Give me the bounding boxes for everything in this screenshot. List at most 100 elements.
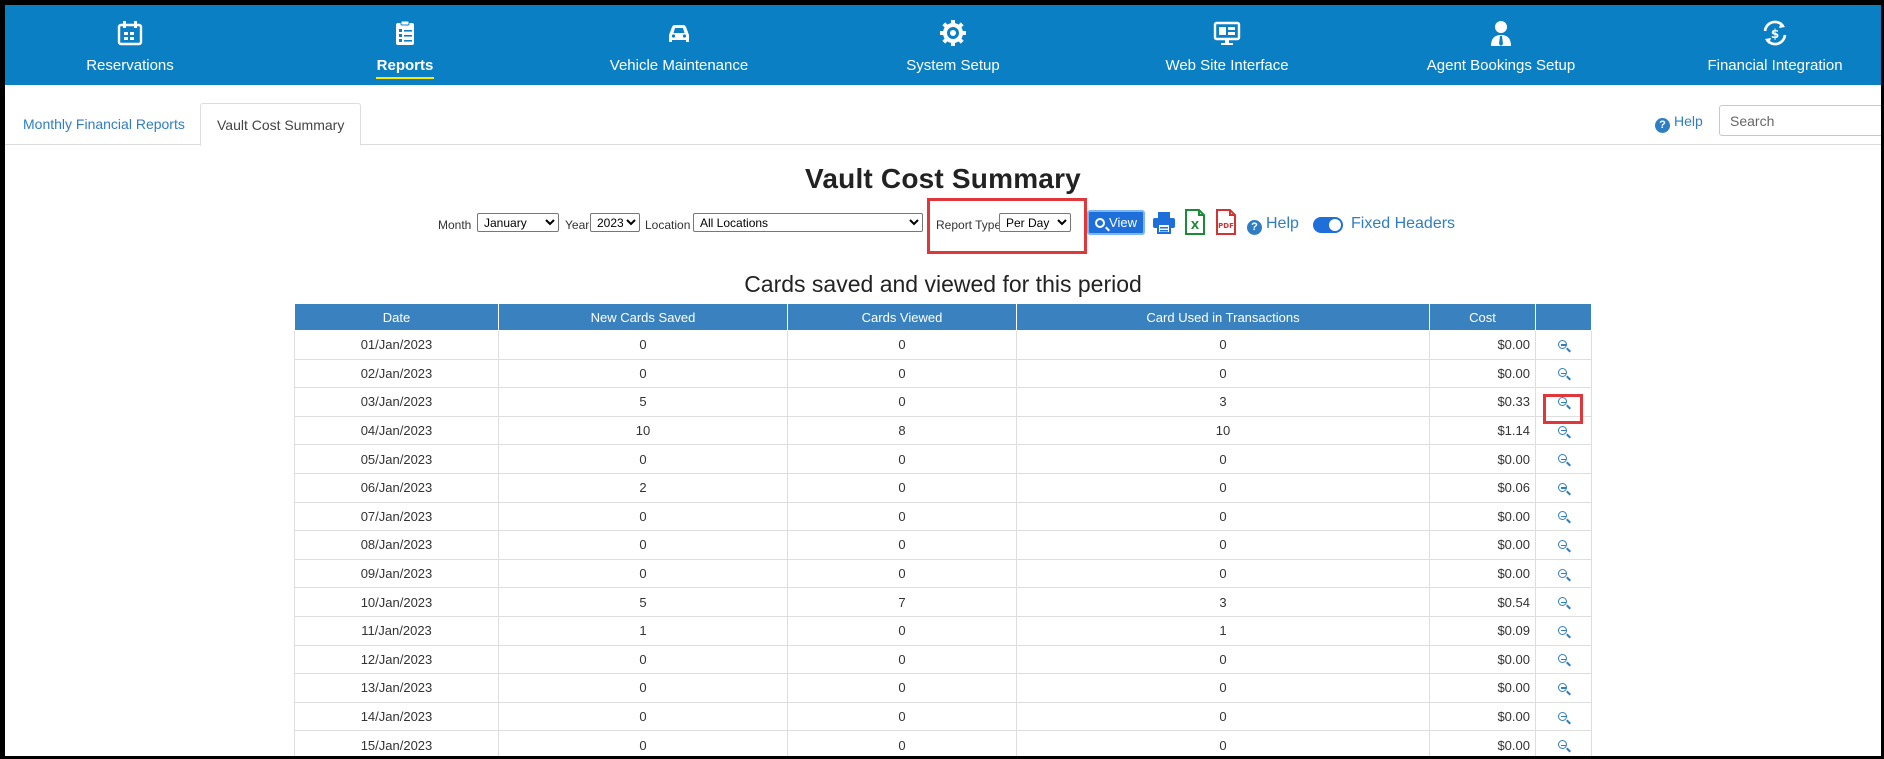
cell-actions — [1535, 330, 1592, 360]
clipboard-list-icon — [396, 20, 414, 45]
zoom-in-bar — [1560, 458, 1566, 460]
cell-date: 06/Jan/2023 — [294, 472, 499, 503]
cell-cards-viewed: 0 — [787, 673, 1017, 703]
help-link[interactable]: ? Help — [1247, 215, 1299, 235]
cell-date: 14/Jan/2023 — [294, 701, 499, 732]
nav-web-site-interface[interactable]: Web Site Interface — [1127, 5, 1327, 85]
svg-text:$: $ — [1771, 27, 1779, 41]
cell-actions — [1535, 673, 1592, 703]
cell-cost: $0.54 — [1429, 587, 1536, 617]
cell-actions — [1535, 644, 1592, 675]
cell-actions — [1535, 701, 1592, 732]
column-header-date[interactable]: Date — [294, 303, 499, 331]
zoom-in-icon[interactable] — [1557, 540, 1570, 552]
cell-cost: $0.09 — [1429, 615, 1536, 646]
cell-actions — [1535, 530, 1592, 560]
zoom-in-icon[interactable] — [1557, 368, 1570, 380]
cell-cards-viewed: 0 — [787, 558, 1017, 589]
tab-monthly-financial-reports[interactable]: Monthly Financial Reports — [7, 103, 201, 145]
table-row: 15/Jan/2023 0 0 0 $0.00 — [294, 730, 1592, 756]
cell-actions — [1535, 558, 1592, 589]
nav-vehicle-maintenance[interactable]: Vehicle Maintenance — [579, 5, 779, 85]
cell-card-used: 0 — [1016, 730, 1430, 756]
zoom-in-bar — [1560, 573, 1566, 575]
column-header-cost[interactable]: Cost — [1429, 303, 1536, 331]
nav-label: Agent Bookings Setup — [1426, 57, 1576, 74]
year-label: Year — [565, 218, 590, 232]
cell-date: 01/Jan/2023 — [294, 330, 499, 360]
location-select[interactable]: All Locations — [693, 213, 923, 232]
nav-agent-bookings-setup[interactable]: Agent Bookings Setup — [1401, 5, 1601, 85]
zoom-in-icon[interactable] — [1557, 511, 1570, 523]
zoom-in-icon[interactable] — [1557, 568, 1570, 581]
cell-date: 09/Jan/2023 — [294, 558, 499, 589]
cell-cards-viewed: 0 — [787, 472, 1017, 503]
table-row: 13/Jan/2023 0 0 0 $0.00 — [294, 673, 1592, 703]
cell-card-used: 0 — [1016, 673, 1430, 703]
table-row: 11/Jan/2023 1 0 1 $0.09 — [294, 615, 1592, 646]
zoom-in-icon[interactable] — [1557, 740, 1570, 752]
zoom-in-icon[interactable] — [1557, 682, 1570, 695]
zoom-in-bar — [1560, 744, 1566, 746]
cell-date: 13/Jan/2023 — [294, 673, 499, 703]
cell-cost: $0.00 — [1429, 330, 1536, 360]
cell-card-used: 3 — [1016, 587, 1430, 617]
cell-new-cards-saved: 0 — [498, 501, 788, 532]
nav-reports[interactable]: Reports — [305, 5, 505, 85]
cell-cards-viewed: 0 — [787, 444, 1017, 474]
zoom-in-icon[interactable] — [1557, 711, 1570, 724]
column-header-cards-viewed[interactable]: Cards Viewed — [787, 303, 1017, 331]
zoom-in-icon[interactable] — [1557, 625, 1570, 638]
nav-label: Reports — [376, 57, 434, 74]
view-button[interactable]: View — [1087, 210, 1145, 235]
table-row: 02/Jan/2023 0 0 0 $0.00 — [294, 358, 1592, 389]
nav-reservations[interactable]: Reservations — [30, 5, 230, 85]
nav-system-setup[interactable]: System Setup — [853, 5, 1053, 85]
cell-actions — [1535, 501, 1592, 532]
search-input[interactable] — [1719, 105, 1881, 136]
cell-new-cards-saved: 0 — [498, 673, 788, 703]
excel-export-icon[interactable]: X — [1182, 208, 1208, 236]
zoom-in-bar — [1560, 372, 1566, 375]
nav-label: Web Site Interface — [1165, 57, 1289, 74]
cell-date: 10/Jan/2023 — [294, 587, 499, 617]
print-icon[interactable] — [1151, 208, 1177, 236]
cell-cost: $1.14 — [1429, 415, 1536, 446]
zoom-in-icon[interactable] — [1557, 454, 1570, 466]
cell-new-cards-saved: 0 — [498, 330, 788, 360]
cell-cards-viewed: 0 — [787, 330, 1017, 360]
year-select[interactable]: 2023 — [590, 213, 640, 232]
table-row: 04/Jan/2023 10 8 10 $1.14 — [294, 415, 1592, 446]
cell-date: 08/Jan/2023 — [294, 530, 499, 560]
view-label: View — [1109, 215, 1137, 230]
zoom-in-icon[interactable] — [1557, 339, 1570, 352]
table-row: 01/Jan/2023 0 0 0 $0.00 — [294, 330, 1592, 360]
zoom-in-bar — [1560, 544, 1566, 546]
zoom-in-icon[interactable] — [1557, 482, 1570, 495]
cell-new-cards-saved: 10 — [498, 415, 788, 446]
month-select[interactable]: January — [477, 213, 559, 232]
pdf-export-icon[interactable]: PDF — [1213, 208, 1239, 236]
table-row: 10/Jan/2023 5 7 3 $0.54 — [294, 587, 1592, 617]
table-row: 07/Jan/2023 0 0 0 $0.00 — [294, 501, 1592, 532]
zoom-in-icon[interactable] — [1557, 654, 1570, 666]
column-header-new-cards-saved[interactable]: New Cards Saved — [498, 303, 788, 331]
zoom-in-bar — [1560, 630, 1566, 632]
nav-financial-integration[interactable]: $ Financial Integration — [1675, 5, 1875, 85]
zoom-in-icon[interactable] — [1557, 597, 1570, 609]
table-body: 01/Jan/2023 0 0 0 $0.00 02/Jan/2023 0 0 0 $0.00 03… — [294, 330, 1592, 756]
cell-new-cards-saved: 1 — [498, 615, 788, 646]
cell-date: 03/Jan/2023 — [294, 387, 499, 417]
gear-icon — [940, 20, 966, 46]
tab-vault-cost-summary[interactable]: Vault Cost Summary — [200, 103, 362, 146]
cell-card-used: 0 — [1016, 701, 1430, 732]
zoom-in-icon[interactable] — [1557, 425, 1570, 438]
svg-text:PDF: PDF — [1218, 222, 1234, 230]
help-link-top[interactable]: ? Help — [1655, 113, 1703, 133]
zoom-in-bar — [1560, 658, 1566, 661]
cell-card-used: 1 — [1016, 615, 1430, 646]
fixed-headers-toggle[interactable] — [1313, 217, 1343, 233]
highlight-box-zoom — [1543, 394, 1583, 424]
column-header-card-used[interactable]: Card Used in Transactions — [1016, 303, 1430, 331]
nav-label: Reservations — [86, 57, 174, 74]
